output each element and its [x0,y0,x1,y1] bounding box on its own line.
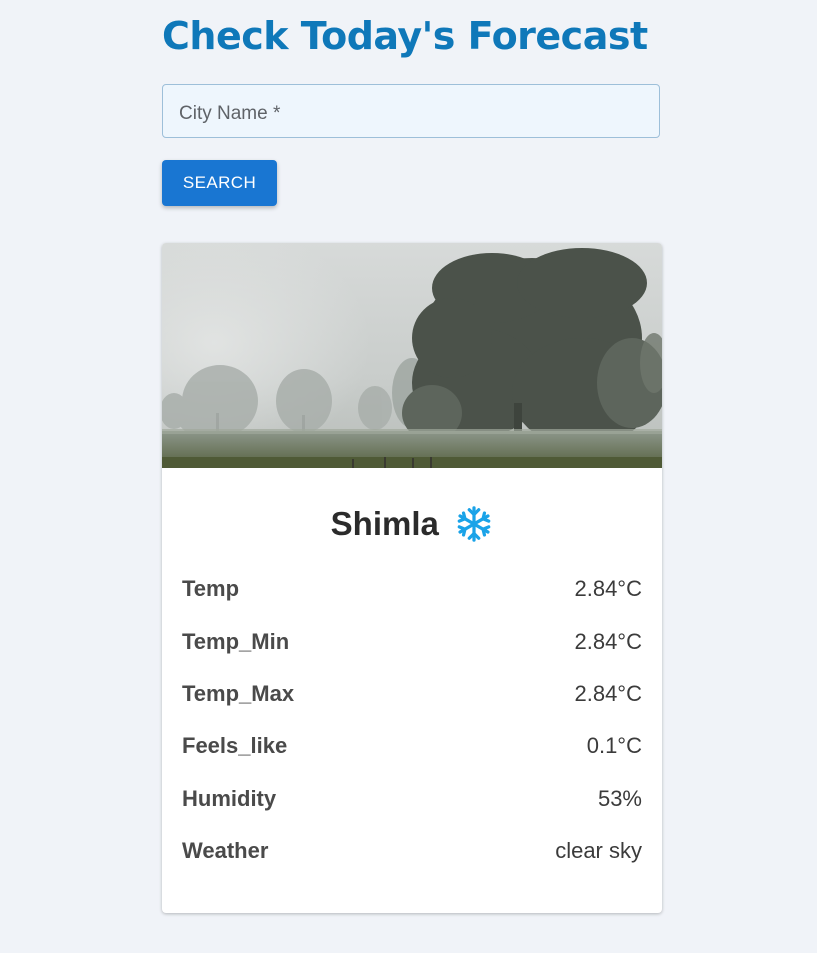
detail-row-temp-max: Temp_Max 2.84°C [182,668,642,720]
detail-row-weather: Weather clear sky [182,825,642,877]
detail-label: Humidity [182,785,277,811]
detail-value: 2.84°C [574,628,642,654]
foggy-landscape-image [162,243,662,468]
snowflake-icon [457,506,491,542]
detail-label: Temp_Max [182,680,295,706]
detail-row-humidity: Humidity 53% [182,773,642,825]
detail-label: Temp_Min [182,628,290,654]
search-button[interactable]: SEARCH [162,160,277,206]
city-search-field[interactable] [162,84,660,138]
detail-value: 2.84°C [574,576,642,602]
detail-value: 0.1°C [586,733,642,759]
detail-value: 53% [597,785,642,811]
detail-row-temp-min: Temp_Min 2.84°C [182,615,642,667]
detail-label: Feels_like [182,733,288,759]
detail-label: Weather [182,838,269,864]
weather-card: Shimla Temp 2.84°C Temp_Min 2.84°C Temp_… [162,243,662,913]
city-heading: Shimla [162,505,662,543]
city-name: Shimla [330,505,439,542]
detail-label: Temp [182,576,240,602]
detail-row-feels-like: Feels_like 0.1°C [182,720,642,772]
city-name-input[interactable] [163,85,659,137]
detail-value: 2.84°C [574,680,642,706]
weather-details-list: Temp 2.84°C Temp_Min 2.84°C Temp_Max 2.8… [182,563,642,877]
detail-value: clear sky [555,838,642,864]
detail-row-temp: Temp 2.84°C [182,563,642,615]
page: Check Today's Forecast SEARCH [0,0,817,953]
page-title: Check Today's Forecast [162,14,648,58]
